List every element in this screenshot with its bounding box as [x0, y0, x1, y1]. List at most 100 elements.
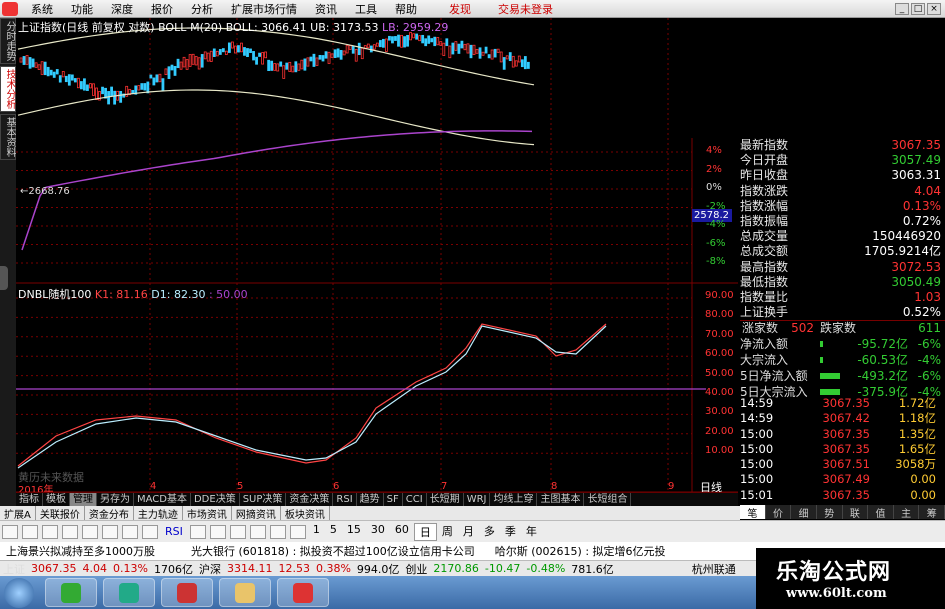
- menu-help[interactable]: 帮助: [386, 1, 426, 17]
- period-button[interactable]: 年: [521, 523, 542, 541]
- right-tab[interactable]: 价: [766, 505, 792, 520]
- extension-tab[interactable]: 主力轨迹: [134, 505, 183, 521]
- main-chart-area[interactable]: [16, 18, 738, 492]
- start-button[interactable]: [4, 577, 34, 608]
- taskbar-app-4[interactable]: [219, 578, 271, 607]
- extension-tab[interactable]: 关联报价: [36, 505, 85, 521]
- indicator-tab[interactable]: 另存为: [97, 493, 134, 506]
- layout-icon[interactable]: [249, 524, 266, 539]
- indicator-icon[interactable]: [189, 524, 206, 539]
- menu-ext-market[interactable]: 扩展市场行情: [222, 1, 306, 17]
- right-tab[interactable]: 笔: [740, 505, 766, 520]
- right-tab[interactable]: 主: [894, 505, 920, 520]
- news-item[interactable]: 上海景兴拟减持至多1000万股: [0, 543, 161, 559]
- status-cy-pct: -0.48%: [526, 562, 566, 575]
- info-value: 150446920: [872, 229, 941, 244]
- indicator-tab[interactable]: 模板: [43, 493, 70, 506]
- right-tab[interactable]: 细: [791, 505, 817, 520]
- menu-tools[interactable]: 工具: [346, 1, 386, 17]
- period-button[interactable]: 15: [342, 523, 366, 541]
- grid-icon[interactable]: [102, 524, 118, 539]
- menu-system[interactable]: 系统: [22, 1, 62, 17]
- zoom-in-icon[interactable]: [2, 524, 18, 539]
- indicator-tab[interactable]: 资金决策: [286, 493, 334, 506]
- tab-fundamental[interactable]: 基本资料: [0, 114, 16, 160]
- osc-tick: 60.00: [705, 348, 734, 360]
- indicator-tab[interactable]: 长短组合: [584, 493, 632, 506]
- app-icon: [177, 582, 197, 603]
- tick-price: 3067.51: [822, 457, 870, 472]
- info-label: 总成交量: [740, 229, 789, 244]
- menu-quote[interactable]: 报价: [142, 1, 182, 17]
- period-button[interactable]: 60: [390, 523, 414, 541]
- period-button[interactable]: 日: [413, 522, 437, 541]
- indicator-tab[interactable]: WRJ: [464, 493, 491, 506]
- period-button[interactable]: 30: [366, 523, 390, 541]
- minimize-icon[interactable]: _: [895, 2, 909, 15]
- right-tab[interactable]: 势: [817, 505, 843, 520]
- extension-tab[interactable]: 市场资讯: [183, 505, 232, 521]
- period-button[interactable]: 多: [479, 523, 500, 541]
- maximize-icon[interactable]: □: [911, 2, 925, 15]
- indicator-tab[interactable]: 趋势: [357, 493, 384, 506]
- period-button[interactable]: 1: [308, 523, 325, 541]
- period-button[interactable]: 季: [500, 523, 521, 541]
- zoom-out-icon[interactable]: [22, 524, 38, 539]
- indicator-tab[interactable]: CCI: [403, 493, 427, 506]
- indicator-tab[interactable]: 均线上穿: [490, 493, 538, 506]
- indicator-tab[interactable]: SUP决策: [240, 493, 287, 506]
- indicator-tab[interactable]: MACD基本: [134, 493, 191, 506]
- stack-icon[interactable]: [289, 524, 306, 539]
- watermark-title: 乐淘公式网: [776, 560, 892, 585]
- period-button[interactable]: 月: [458, 523, 479, 541]
- period-button[interactable]: 5: [325, 523, 342, 541]
- menu-news[interactable]: 资讯: [306, 1, 346, 17]
- status-sz-chg: 12.53: [278, 562, 310, 575]
- right-tab[interactable]: 值: [868, 505, 894, 520]
- indicator-tab[interactable]: DDE决策: [191, 493, 240, 506]
- indicator-tab[interactable]: RSI: [333, 493, 357, 506]
- pencil-icon[interactable]: [209, 524, 226, 539]
- extension-tabs: 扩展A 关联报价 资金分布 主力轨迹 市场资讯 网摘资讯 板块资讯: [0, 505, 740, 521]
- line-icon[interactable]: [122, 524, 138, 539]
- indicator-tab[interactable]: 长短期: [427, 493, 464, 506]
- osc-tick: 20.00: [705, 425, 734, 437]
- indicator-tab[interactable]: 管理: [70, 493, 97, 506]
- info-value: 4.04: [914, 183, 941, 198]
- date-tick: 7: [441, 481, 448, 492]
- flow-bar: [820, 389, 840, 395]
- right-tab[interactable]: 联: [843, 505, 869, 520]
- menu-function[interactable]: 功能: [62, 1, 102, 17]
- taskbar-app-5[interactable]: [277, 578, 329, 607]
- arrow-right-icon[interactable]: [62, 524, 78, 539]
- taskbar-app-1[interactable]: [45, 578, 97, 607]
- menu-depth[interactable]: 深度: [102, 1, 142, 17]
- news-item[interactable]: 光大银行 (601818) : 拟投资不超过100亿设立信用卡公司: [161, 543, 481, 559]
- menu-discover[interactable]: 发现: [440, 1, 480, 17]
- collapse-arrow-icon[interactable]: [0, 266, 8, 290]
- taskbar-app-3[interactable]: [161, 578, 213, 607]
- indicator-tab[interactable]: 主图基本: [537, 493, 585, 506]
- taskbar-app-2[interactable]: [103, 578, 155, 607]
- news-item[interactable]: 哈尔斯 (002615) : 拟定增6亿元投: [481, 543, 672, 559]
- tab-technical[interactable]: 技术分析: [0, 66, 16, 112]
- menu-analysis[interactable]: 分析: [182, 1, 222, 17]
- chart-icon[interactable]: [82, 524, 98, 539]
- trade-login-status[interactable]: 交易未登录: [498, 1, 553, 17]
- close-icon[interactable]: ×: [927, 2, 941, 15]
- table-icon[interactable]: [229, 524, 246, 539]
- rsi-button[interactable]: RSI: [160, 525, 188, 538]
- tab-intraday[interactable]: 分时走势: [0, 18, 16, 64]
- right-tab[interactable]: 筹: [919, 505, 945, 520]
- indicator-tab[interactable]: 指标: [16, 493, 43, 506]
- period-button[interactable]: 周: [437, 523, 458, 541]
- extension-tab[interactable]: 网摘资讯: [232, 505, 281, 521]
- extension-tab[interactable]: 资金分布: [85, 505, 134, 521]
- bar-icon[interactable]: [142, 524, 158, 539]
- extension-tab[interactable]: 扩展A: [0, 505, 36, 521]
- extension-tab[interactable]: 板块资讯: [281, 505, 330, 521]
- arrow-left-icon[interactable]: [42, 524, 58, 539]
- split-icon[interactable]: [269, 524, 286, 539]
- info-value: 0.72%: [902, 213, 941, 228]
- indicator-tab[interactable]: SF: [384, 493, 403, 506]
